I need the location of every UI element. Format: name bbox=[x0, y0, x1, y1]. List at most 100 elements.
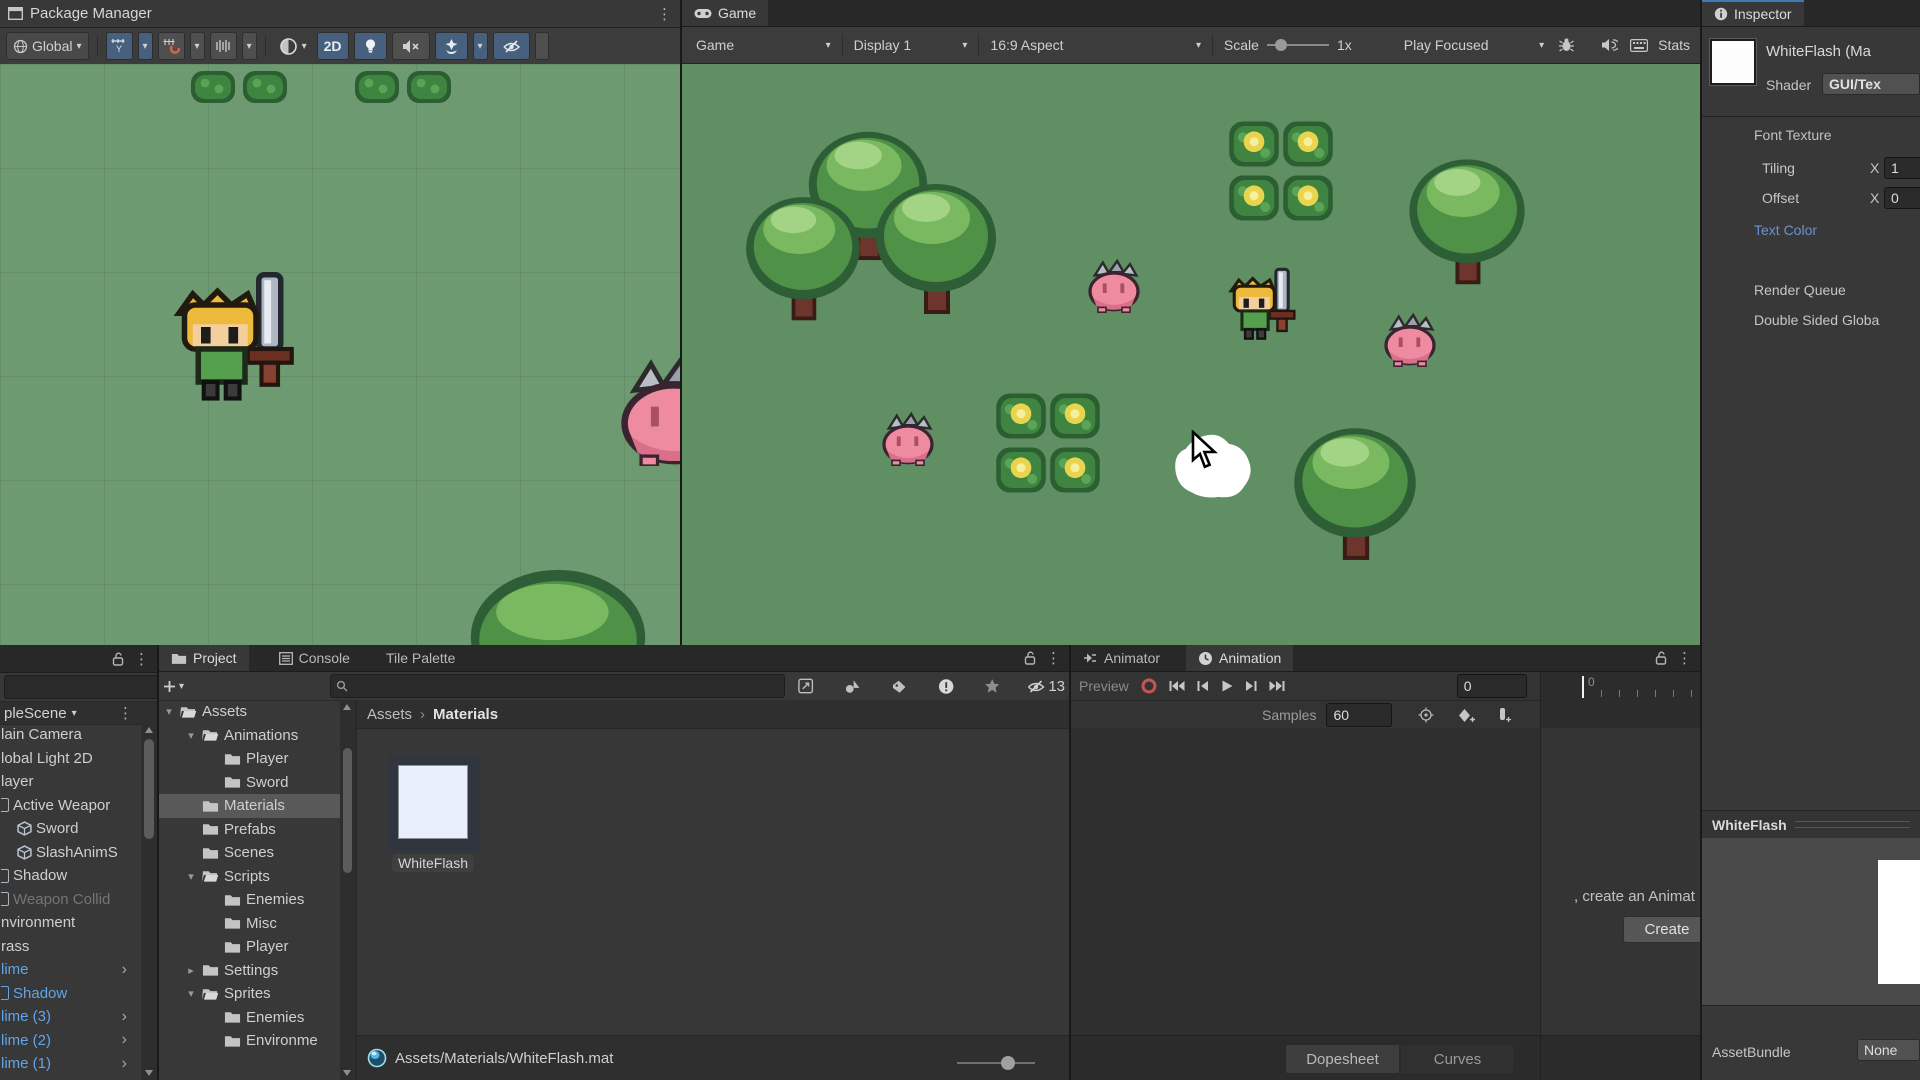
tab-inspector[interactable]: Inspector bbox=[1702, 0, 1804, 26]
folder-caret-icon[interactable]: ▾ bbox=[185, 729, 197, 742]
dopesheet-empty-area[interactable] bbox=[1071, 728, 1540, 1035]
dopesheet-tab-button[interactable]: Dopesheet bbox=[1285, 1044, 1400, 1074]
scale-slider-thumb[interactable] bbox=[1274, 39, 1287, 51]
last-frame-button[interactable] bbox=[1269, 680, 1285, 692]
display-target-dropdown[interactable]: Game ▾ bbox=[688, 32, 839, 58]
chevron-down-icon[interactable]: ▾ bbox=[72, 708, 77, 719]
folder-tree-scrollbar[interactable] bbox=[340, 700, 355, 1080]
grid-snap-caret[interactable]: ▾ bbox=[137, 32, 153, 60]
window-titlebar[interactable]: Package Manager ⋮ bbox=[0, 0, 680, 28]
clipped-toolbar-button[interactable] bbox=[534, 32, 549, 60]
unlock-icon[interactable] bbox=[1024, 651, 1036, 665]
breadcrumb-root[interactable]: Assets bbox=[367, 706, 412, 723]
expand-chevron-icon[interactable]: › bbox=[122, 1008, 127, 1026]
draw-mode-dropdown[interactable]: ▾ bbox=[274, 32, 312, 60]
tab-animator[interactable]: Animator bbox=[1071, 645, 1172, 671]
timeline-content-area[interactable]: , create an Animat Create bbox=[1540, 728, 1700, 1035]
hierarchy-item[interactable]: rass bbox=[0, 935, 141, 959]
hierarchy-item[interactable]: lain Camera bbox=[0, 723, 141, 747]
scene-viewport[interactable] bbox=[0, 64, 680, 645]
expand-chevron-icon[interactable]: › bbox=[122, 1031, 127, 1049]
game-viewport[interactable] bbox=[682, 64, 1700, 645]
search-by-type-icon[interactable] bbox=[844, 678, 861, 694]
aspect-ratio-dropdown[interactable]: 16:9 Aspect ▾ bbox=[982, 32, 1209, 58]
scale-slider[interactable] bbox=[1266, 38, 1329, 52]
global-pivot-dropdown[interactable]: Global ▾ bbox=[6, 32, 89, 60]
curves-tab-button[interactable]: Curves bbox=[1400, 1044, 1515, 1074]
tiling-x-field[interactable]: 1 bbox=[1884, 157, 1920, 179]
thumbnail-size-slider[interactable] bbox=[957, 1056, 1035, 1070]
material-preview[interactable] bbox=[1702, 838, 1920, 1005]
hierarchy-item[interactable]: lime (1) › bbox=[0, 1052, 141, 1076]
frame-field[interactable]: 0 bbox=[1456, 674, 1527, 698]
folder-row[interactable]: Misc bbox=[159, 912, 340, 936]
folder-row[interactable]: Enemies bbox=[159, 888, 340, 912]
expand-chevron-icon[interactable]: › bbox=[122, 961, 127, 979]
hierarchy-item[interactable]: Active Weapor bbox=[0, 794, 141, 818]
folder-row[interactable]: Materials bbox=[159, 794, 340, 818]
effects-toggle-button[interactable] bbox=[434, 32, 468, 60]
folder-caret-icon[interactable]: ▾ bbox=[185, 870, 197, 883]
search-by-label-icon[interactable] bbox=[891, 679, 907, 694]
mode-2d-button[interactable]: 2D bbox=[316, 32, 349, 60]
hierarchy-scrollbar[interactable] bbox=[141, 723, 157, 1080]
tab-tile-palette[interactable]: Tile Palette bbox=[374, 645, 468, 671]
playhead[interactable] bbox=[1582, 676, 1584, 698]
folder-row[interactable]: ▾ Scripts bbox=[159, 865, 340, 889]
samples-field[interactable]: 60 bbox=[1326, 703, 1393, 727]
effects-caret[interactable]: ▾ bbox=[472, 32, 488, 60]
timeline-ruler[interactable]: 0 bbox=[1540, 672, 1700, 728]
game-audio-button[interactable] bbox=[1595, 32, 1624, 58]
hierarchy-item[interactable]: Shadow bbox=[0, 982, 141, 1006]
material-swatch[interactable] bbox=[1709, 38, 1757, 86]
project-menu-icon[interactable]: ⋮ bbox=[1046, 649, 1061, 667]
hierarchy-item[interactable]: lime › bbox=[0, 958, 141, 982]
hierarchy-item[interactable]: layer bbox=[0, 770, 141, 794]
record-button[interactable] bbox=[1141, 678, 1157, 694]
play-mode-dropdown[interactable]: Play Focused ▾ bbox=[1396, 32, 1552, 58]
hierarchy-item[interactable]: Weapon Collid bbox=[0, 888, 141, 912]
scene-lighting-button[interactable] bbox=[353, 32, 387, 60]
hierarchy-search-input[interactable] bbox=[10, 678, 157, 696]
scrollbar-thumb[interactable] bbox=[144, 739, 154, 839]
open-search-window-icon[interactable] bbox=[797, 677, 814, 695]
add-event-icon[interactable] bbox=[1498, 707, 1512, 723]
folder-row[interactable]: Player bbox=[159, 747, 340, 771]
folder-row[interactable]: ▾ Assets bbox=[159, 700, 340, 724]
project-search[interactable] bbox=[330, 674, 785, 698]
folder-row[interactable]: Enemies bbox=[159, 1006, 340, 1030]
shortcuts-button[interactable] bbox=[1624, 32, 1654, 58]
project-search-input[interactable] bbox=[352, 677, 779, 695]
debug-button[interactable] bbox=[1552, 32, 1581, 58]
add-keyframe-icon[interactable] bbox=[1458, 708, 1476, 723]
folder-caret-icon[interactable]: ▾ bbox=[163, 705, 175, 718]
animation-menu-icon[interactable]: ⋮ bbox=[1677, 649, 1692, 667]
scroll-up-arrow[interactable] bbox=[343, 704, 351, 710]
hierarchy-menu-icon[interactable]: ⋮ bbox=[134, 650, 149, 668]
hierarchy-item[interactable]: lobal Light 2D bbox=[0, 747, 141, 771]
log-warning-icon[interactable] bbox=[938, 678, 954, 695]
preview-toggle[interactable]: Preview bbox=[1079, 678, 1129, 694]
folder-caret-icon[interactable]: ▾ bbox=[185, 987, 197, 1000]
drag-handle-icon[interactable] bbox=[1794, 821, 1910, 828]
folder-row[interactable]: Environme bbox=[159, 1029, 340, 1053]
snap-increment-button[interactable] bbox=[209, 32, 237, 60]
hierarchy-item[interactable]: SlashAnimS bbox=[0, 841, 141, 865]
text-color-field-label[interactable]: Text Color bbox=[1754, 222, 1817, 238]
prev-key-button[interactable] bbox=[1197, 680, 1209, 692]
tab-animation[interactable]: Animation bbox=[1186, 645, 1294, 671]
folder-row[interactable]: ▾ Animations bbox=[159, 724, 340, 748]
offset-x-field[interactable]: 0 bbox=[1884, 187, 1920, 209]
next-key-button[interactable] bbox=[1245, 680, 1257, 692]
tab-console[interactable]: Console bbox=[267, 645, 362, 671]
asset-item[interactable]: WhiteFlash bbox=[387, 755, 479, 927]
tab-game[interactable]: Game bbox=[682, 0, 769, 26]
filter-selection-icon[interactable] bbox=[1418, 707, 1434, 723]
favorites-star-icon[interactable] bbox=[984, 678, 1000, 694]
scroll-up-arrow[interactable] bbox=[145, 727, 153, 733]
grid-snap-button[interactable]: Y bbox=[105, 32, 133, 60]
hierarchy-item[interactable]: Sword bbox=[0, 817, 141, 841]
scroll-down-arrow[interactable] bbox=[343, 1070, 351, 1076]
hierarchy-item[interactable]: lime (3) › bbox=[0, 1005, 141, 1029]
unlock-icon[interactable] bbox=[112, 652, 124, 666]
